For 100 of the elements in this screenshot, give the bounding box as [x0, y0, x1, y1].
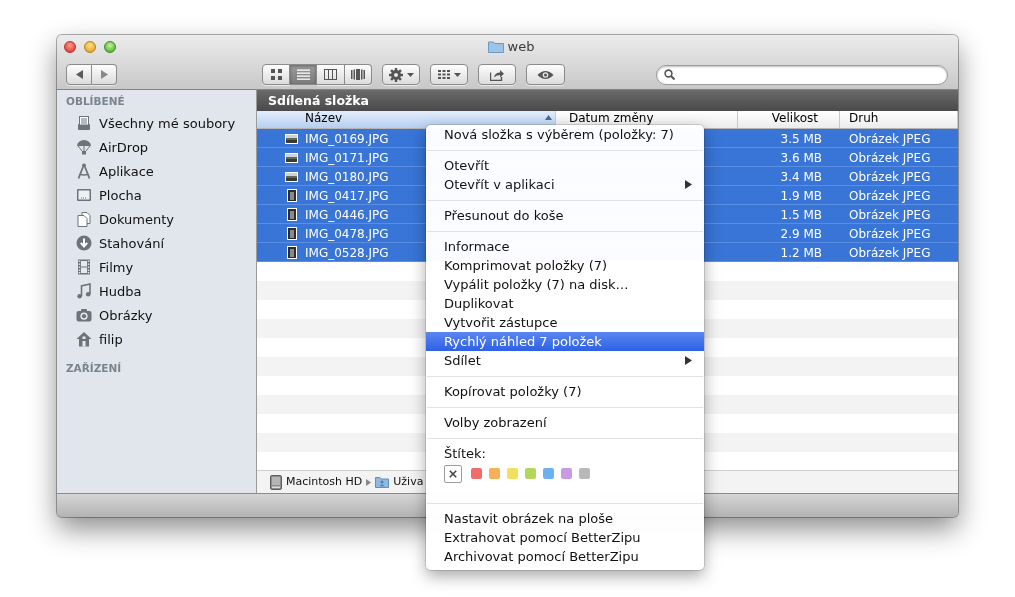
zoom-button[interactable]	[104, 40, 116, 53]
sidebar-heading: ZAŘÍZENÍ	[65, 361, 122, 375]
label-color-swatch[interactable]	[579, 468, 590, 479]
sidebar-item[interactable]: Plocha	[57, 183, 256, 207]
file-type: Obrázek JPEG	[849, 150, 931, 165]
cross-icon	[449, 470, 457, 478]
menu-item[interactable]: Vytvořit zástupce	[426, 313, 704, 332]
arrange-button[interactable]	[430, 64, 468, 85]
path-separator-icon	[366, 478, 372, 486]
icon-grid-icon	[270, 69, 282, 80]
label-heading: Štítek:	[444, 445, 486, 462]
quick-look-button[interactable]	[526, 64, 565, 85]
hard-drive-icon	[270, 474, 282, 490]
file-size: 1.9 MB	[780, 188, 822, 203]
path-item[interactable]: Macintosh HD	[270, 474, 363, 490]
action-button[interactable]	[382, 64, 420, 85]
view-mode-button[interactable]	[317, 64, 345, 85]
file-name: IMG_0180.JPG	[305, 169, 389, 184]
gear-icon	[388, 67, 403, 82]
back-button[interactable]	[66, 64, 92, 85]
sidebar-item[interactable]: Aplikace	[57, 159, 256, 183]
sidebar-item[interactable]: Hudba	[57, 279, 256, 303]
drafting-compass-icon	[76, 163, 92, 179]
caret-icon	[406, 72, 414, 77]
film-strip-icon	[76, 259, 92, 275]
search-field[interactable]	[656, 64, 948, 85]
left-triangle-icon	[75, 70, 83, 79]
sidebar-item[interactable]: filip	[57, 327, 256, 351]
sidebar-item[interactable]: Filmy	[57, 255, 256, 279]
column-header[interactable]: Velikost	[738, 111, 840, 128]
menu-item[interactable]: Vypálit položky (7) na disk…	[426, 275, 704, 294]
download-icon	[76, 235, 92, 251]
view-mode-button[interactable]	[345, 64, 372, 85]
menu-item[interactable]: Kopírovat položky (7)	[426, 382, 704, 401]
list-icon	[296, 69, 310, 80]
cover-flow-icon	[351, 69, 365, 80]
music-note-icon	[76, 283, 92, 299]
file-size: 1.2 MB	[780, 245, 822, 260]
search-icon	[664, 69, 675, 80]
view-mode-button[interactable]	[290, 64, 317, 85]
sidebar-item[interactable]: Všechny mé soubory	[57, 111, 256, 135]
photo-thumbnail-icon	[285, 133, 298, 144]
grid-icon	[437, 70, 450, 79]
sidebar-item[interactable]: Dokumenty	[57, 207, 256, 231]
label-color-swatch[interactable]	[507, 468, 518, 479]
menu-item[interactable]: Otevřít	[426, 156, 704, 175]
photo-thumbnail-icon	[286, 246, 297, 259]
menu-item[interactable]: Přesunout do koše	[426, 206, 704, 225]
file-name: IMG_0478.JPG	[305, 226, 389, 241]
menu-item[interactable]: Archivovat pomocí BetterZipu	[426, 547, 704, 566]
label-color-swatch[interactable]	[489, 468, 500, 479]
menu-item[interactable]: Otevřít v aplikaci	[426, 175, 704, 194]
column-header[interactable]: Druh	[840, 111, 958, 128]
column-header[interactable]: Název	[257, 111, 556, 128]
file-size: 1.5 MB	[780, 207, 822, 222]
user-folder-icon	[375, 476, 390, 488]
file-type: Obrázek JPEG	[849, 207, 931, 222]
file-type: Obrázek JPEG	[849, 226, 931, 241]
camera-icon	[76, 307, 92, 323]
menu-item[interactable]: Komprimovat položky (7)	[426, 256, 704, 275]
file-type: Obrázek JPEG	[849, 188, 931, 203]
label-color-swatch[interactable]	[471, 468, 482, 479]
photo-thumbnail-icon	[286, 208, 297, 221]
file-type: Obrázek JPEG	[849, 169, 931, 184]
sidebar-item[interactable]: Stahování	[57, 231, 256, 255]
file-name: IMG_0417.JPG	[305, 188, 389, 203]
parachute-icon	[76, 139, 92, 155]
path-item[interactable]: Uživa	[375, 475, 424, 489]
file-size: 3.6 MB	[780, 150, 822, 165]
forward-button[interactable]	[92, 64, 117, 85]
file-name: IMG_0528.JPG	[305, 245, 389, 260]
display-icon	[76, 187, 92, 203]
label-color-swatch[interactable]	[543, 468, 554, 479]
file-tray-icon	[76, 115, 92, 131]
menu-item[interactable]: Rychlý náhled 7 položek	[426, 332, 704, 351]
share-button[interactable]	[478, 64, 516, 85]
sidebar-item[interactable]: Obrázky	[57, 303, 256, 327]
file-type: Obrázek JPEG	[849, 245, 931, 260]
caret-icon	[453, 72, 461, 77]
no-label-button[interactable]	[444, 465, 462, 483]
view-mode-button[interactable]	[262, 64, 290, 85]
sidebar-item[interactable]: AirDrop	[57, 135, 256, 159]
file-name: IMG_0171.JPG	[305, 150, 389, 165]
menu-item[interactable]: Sdílet	[426, 351, 704, 370]
menu-item[interactable]: Volby zobrazení	[426, 413, 704, 432]
minimize-button[interactable]	[84, 40, 96, 53]
menu-item[interactable]: Extrahovat pomocí BetterZipu	[426, 528, 704, 547]
label-color-swatch[interactable]	[525, 468, 536, 479]
menu-item[interactable]: Informace	[426, 237, 704, 256]
label-color-swatch[interactable]	[561, 468, 572, 479]
columns-icon	[324, 69, 337, 80]
photo-thumbnail-icon	[286, 227, 297, 240]
close-button[interactable]	[64, 40, 76, 53]
menu-item[interactable]: Nastavit obrázek na ploše	[426, 509, 704, 528]
sidebar-heading: OBLÍBENÉ	[65, 94, 125, 108]
eye-icon	[537, 69, 554, 80]
window-title: web	[507, 38, 535, 55]
share-icon	[490, 68, 504, 81]
file-name: IMG_0169.JPG	[305, 131, 389, 146]
menu-item[interactable]: Duplikovat	[426, 294, 704, 313]
